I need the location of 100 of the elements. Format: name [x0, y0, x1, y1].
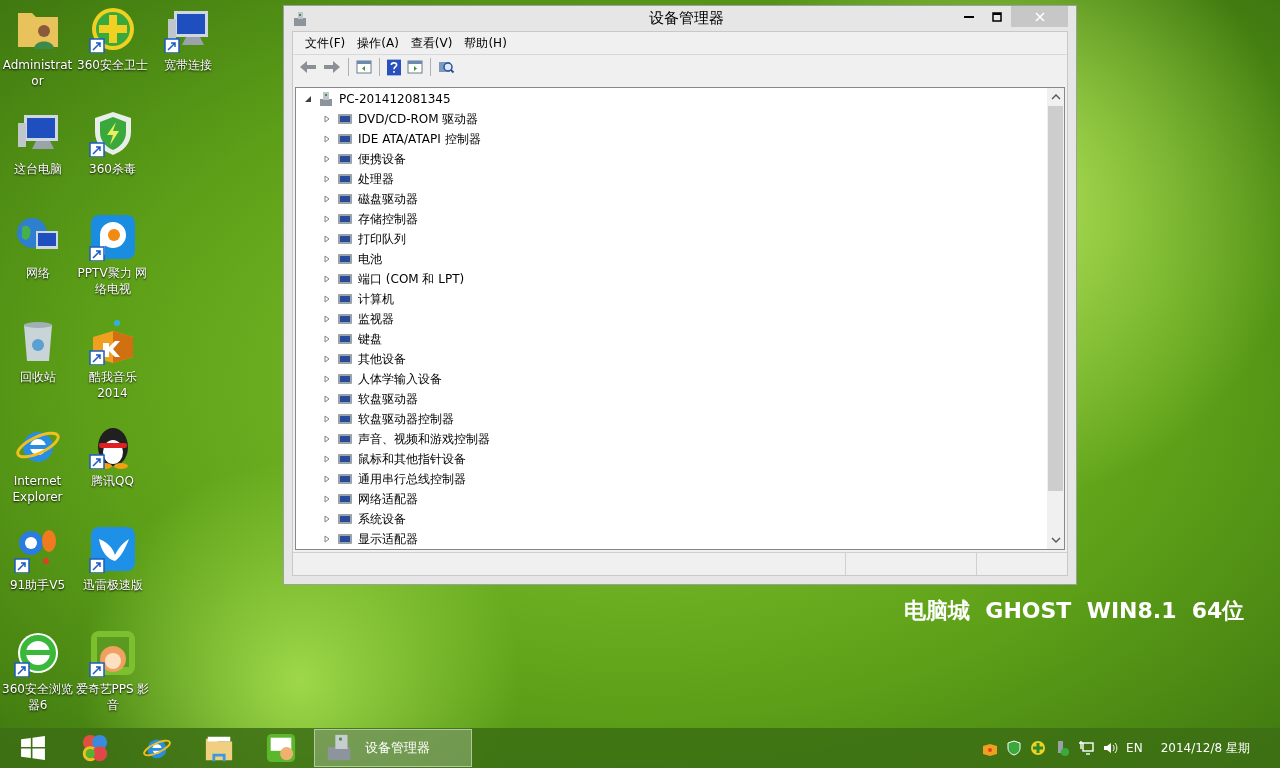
device-icon [337, 531, 353, 547]
icon-label[interactable]: 91助手V5 [0, 577, 75, 593]
shield-icon[interactable] [1006, 740, 1023, 756]
toolbox-icon [292, 10, 308, 27]
device-icon [337, 111, 353, 127]
menu-item[interactable]: 文件(F) [299, 32, 352, 54]
close-icon [1034, 11, 1045, 22]
device-icon [337, 511, 353, 527]
tree-item[interactable]: 通用串行总线控制器 [358, 470, 466, 488]
expand-arrow-icon[interactable] [323, 115, 331, 123]
language-indicator[interactable]: EN [1126, 741, 1143, 755]
expand-arrow-icon[interactable] [323, 275, 331, 283]
plus-icon[interactable] [88, 5, 137, 53]
tree-item[interactable]: 显示适配器 [358, 530, 418, 548]
scrollbar[interactable] [1047, 88, 1064, 549]
tree-item[interactable]: 打印队列 [358, 230, 406, 248]
expand-arrow-icon[interactable] [323, 135, 331, 143]
expand-arrow-icon[interactable] [323, 415, 331, 423]
scroll-down-icon[interactable] [1050, 537, 1061, 543]
menu-item[interactable]: 查看(V) [404, 32, 459, 54]
pane-icon[interactable] [405, 58, 425, 76]
plus-icon[interactable] [1030, 740, 1047, 756]
device-icon [337, 451, 353, 467]
expand-arrow-icon[interactable] [323, 335, 331, 343]
expand-arrow-icon[interactable] [323, 175, 331, 183]
tree-item[interactable]: 处理器 [358, 170, 394, 188]
expand-arrow-icon[interactable] [323, 215, 331, 223]
expand-arrow-icon[interactable] [323, 515, 331, 523]
expand-arrow-icon[interactable] [323, 195, 331, 203]
network-icon[interactable] [1078, 740, 1095, 756]
tree-item[interactable]: 网络适配器 [358, 490, 418, 508]
device-icon [337, 471, 353, 487]
tree-item[interactable]: 声音、视频和游戏控制器 [358, 430, 490, 448]
tree-item[interactable]: DVD/CD-ROM 驱动器 [358, 110, 479, 128]
device-icon [337, 431, 353, 447]
icon-label[interactable]: Administrator [0, 57, 75, 89]
expand-arrow-icon[interactable] [323, 495, 331, 503]
device-icon [337, 491, 353, 507]
tree-item[interactable]: 软盘驱动器 [358, 390, 418, 408]
tree-item[interactable]: 计算机 [358, 290, 394, 308]
device-icon [337, 331, 353, 347]
icon-label[interactable]: 360安全卫士 [75, 57, 150, 73]
tree-item[interactable]: 键盘 [358, 330, 382, 348]
scroll-up-icon[interactable] [1050, 94, 1061, 100]
tree-item[interactable]: 磁盘驱动器 [358, 190, 418, 208]
device-icon [337, 411, 353, 427]
wallpaper-caption: 电脑城 GHOST WIN8.1 64位 [904, 597, 1245, 625]
tree-item[interactable]: 其他设备 [358, 350, 406, 368]
expand-arrow-icon[interactable] [323, 255, 331, 263]
collapse-arrow-icon[interactable] [304, 95, 312, 103]
icon-label[interactable]: 爱奇艺PPS 影音 [75, 681, 150, 713]
pane-icon[interactable] [354, 58, 374, 76]
device-icon [337, 211, 353, 227]
computer-icon [318, 91, 334, 107]
expand-arrow-icon[interactable] [323, 235, 331, 243]
icon-label[interactable]: Internet Explorer [0, 473, 75, 505]
device-icon [337, 371, 353, 387]
speaker-icon[interactable] [1102, 740, 1119, 756]
expand-arrow-icon[interactable] [323, 155, 331, 163]
device-icon [337, 391, 353, 407]
expand-arrow-icon[interactable] [323, 315, 331, 323]
tree-item[interactable]: 软盘驱动器控制器 [358, 410, 454, 428]
icon-label[interactable]: 这台电脑 [0, 161, 75, 177]
maximize-icon [992, 11, 1002, 22]
expand-arrow-icon[interactable] [323, 355, 331, 363]
menu-item[interactable]: 帮助(H) [458, 32, 513, 54]
device-icon [337, 231, 353, 247]
tree-item[interactable]: 端口 (COM 和 LPT) [358, 270, 465, 288]
tree-item[interactable]: PC-201412081345 [339, 92, 451, 106]
tree-item[interactable]: 系统设备 [358, 510, 406, 528]
device-icon [337, 271, 353, 287]
expand-arrow-icon[interactable] [323, 295, 331, 303]
device-icon [337, 131, 353, 147]
tree-item[interactable]: 存储控制器 [358, 210, 418, 228]
tree-item[interactable]: 电池 [358, 250, 382, 268]
device-icon [337, 351, 353, 367]
tree-item[interactable]: IDE ATA/ATAPI 控制器 [358, 130, 481, 148]
tree-item[interactable]: 鼠标和其他指针设备 [358, 450, 466, 468]
icon-label[interactable]: 宽带连接 [150, 57, 225, 73]
icon-label[interactable]: 360安全浏览器6 [0, 681, 75, 713]
device-icon [337, 291, 353, 307]
expand-arrow-icon[interactable] [323, 455, 331, 463]
device-icon [337, 171, 353, 187]
expand-arrow-icon[interactable] [323, 535, 331, 543]
icon-label[interactable]: 360杀毒 [75, 161, 150, 177]
expand-arrow-icon[interactable] [323, 395, 331, 403]
clock-date[interactable]: 2014/12/8 星期 [1160, 739, 1250, 757]
window-title: 设备管理器 [648, 9, 725, 28]
expand-arrow-icon[interactable] [323, 435, 331, 443]
device-icon [337, 191, 353, 207]
menu-item[interactable]: 操作(A) [351, 32, 405, 54]
tree-item[interactable]: 便携设备 [358, 150, 406, 168]
tree-item[interactable]: 监视器 [358, 310, 394, 328]
device-icon [337, 151, 353, 167]
expand-arrow-icon[interactable] [323, 475, 331, 483]
device-icon [337, 311, 353, 327]
tree-item[interactable]: 人体学输入设备 [358, 370, 442, 388]
icon-label[interactable]: 网络 [0, 265, 75, 281]
expand-arrow-icon[interactable] [323, 375, 331, 383]
help-icon[interactable] [385, 57, 403, 77]
